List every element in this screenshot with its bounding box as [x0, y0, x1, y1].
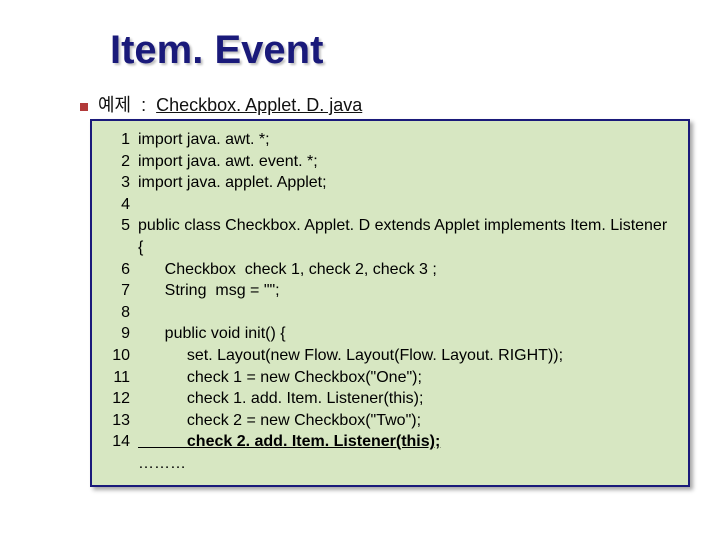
slide-title: Item. Event: [110, 28, 720, 73]
slide: Item. Event 예제 : Checkbox. Applet. D. ja…: [0, 0, 720, 540]
code-line: 9 public void init() {: [102, 323, 678, 345]
code-line: {: [102, 237, 678, 259]
code-line: 13 check 2 = new Checkbox("Two");: [102, 410, 678, 432]
code-line: 4: [102, 194, 678, 216]
code-line: 7 String msg = "";: [102, 280, 678, 302]
code-line: 8: [102, 302, 678, 324]
code-block: 1import java. awt. *; 2import java. awt.…: [90, 119, 690, 487]
example-filename: Checkbox. Applet. D. java: [156, 95, 362, 116]
example-heading-row: 예제 : Checkbox. Applet. D. java: [80, 91, 720, 117]
code-line: 2import java. awt. event. *;: [102, 151, 678, 173]
code-line: 14 check 2. add. Item. Listener(this);: [102, 431, 678, 453]
code-line: 3import java. applet. Applet;: [102, 172, 678, 194]
example-label: 예제 :: [98, 91, 156, 117]
code-ellipsis: ………: [102, 453, 678, 475]
code-line: 5public class Checkbox. Applet. D extend…: [102, 215, 678, 237]
code-line: 1import java. awt. *;: [102, 129, 678, 151]
code-line: 12 check 1. add. Item. Listener(this);: [102, 388, 678, 410]
bullet-icon: [80, 103, 88, 111]
code-line: 11 check 1 = new Checkbox("One");: [102, 367, 678, 389]
code-line: 6 Checkbox check 1, check 2, check 3 ;: [102, 259, 678, 281]
code-line: 10 set. Layout(new Flow. Layout(Flow. La…: [102, 345, 678, 367]
